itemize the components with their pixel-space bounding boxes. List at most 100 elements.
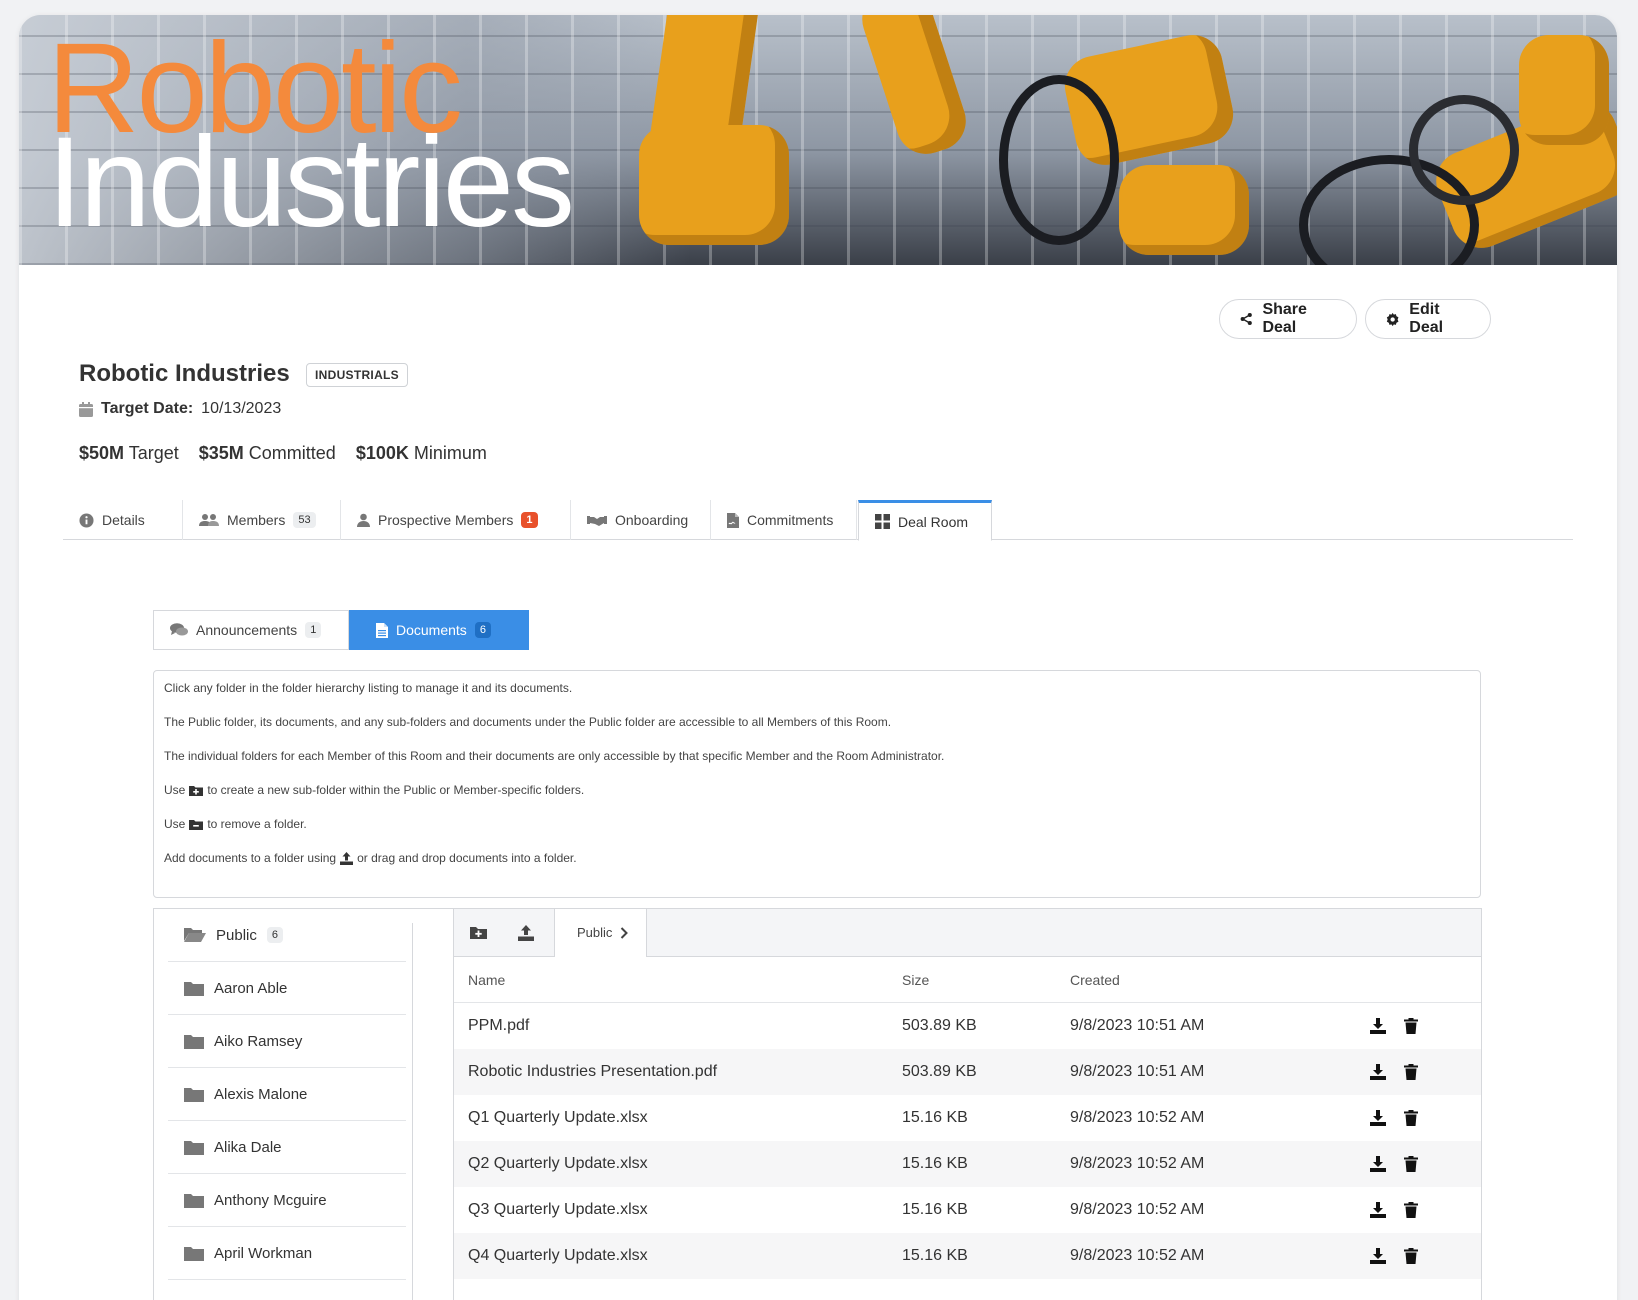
folder-open-icon: [184, 928, 206, 942]
target-date-value: 10/13/2023: [201, 400, 282, 417]
folder-plus-icon: [189, 785, 204, 796]
trash-icon[interactable]: [1404, 1018, 1418, 1034]
folder-icon: [184, 1087, 204, 1102]
deal-room-subtabs: Announcements 1 Documents 6: [153, 610, 529, 650]
tab-deal-room[interactable]: Deal Room: [858, 500, 992, 541]
download-icon[interactable]: [1370, 1018, 1386, 1034]
robot-arm: [1519, 35, 1609, 145]
table-row[interactable]: Q1 Quarterly Update.xlsx 15.16 KB 9/8/20…: [454, 1095, 1481, 1141]
download-icon[interactable]: [1370, 1110, 1386, 1126]
table-row[interactable]: Q2 Quarterly Update.xlsx 15.16 KB 9/8/20…: [454, 1141, 1481, 1187]
documents-table-body: PPM.pdf 503.89 KB 9/8/2023 10:51 AM Robo…: [454, 1003, 1481, 1279]
tab-onboarding[interactable]: Onboarding: [571, 500, 711, 540]
help-line: The Public folder, its documents, and an…: [164, 715, 892, 729]
share-deal-label: Share Deal: [1262, 301, 1307, 336]
help-line: Use to create a new sub-folder within th…: [164, 783, 585, 797]
column-created[interactable]: Created: [1070, 972, 1370, 988]
column-size[interactable]: Size: [902, 972, 1070, 988]
subtab-announcements[interactable]: Announcements 1: [153, 610, 349, 650]
deal-banner: Robotic Industries: [19, 15, 1617, 265]
users-icon: [199, 514, 219, 526]
folder-plus-icon: [469, 927, 487, 939]
target-date-label: Target Date:: [101, 400, 194, 417]
robot-base: [639, 125, 789, 245]
table-row[interactable]: Robotic Industries Presentation.pdf 503.…: [454, 1049, 1481, 1095]
folder-member[interactable]: April Workman: [168, 1227, 406, 1280]
folder-member[interactable]: Aiko Ramsey: [168, 1015, 406, 1068]
documents-panel: Public Name Size Created PPM.pdf 503.89 …: [453, 908, 1482, 1300]
banner-title-line2: Industries: [47, 111, 575, 254]
new-folder-button[interactable]: [454, 909, 502, 957]
sector-badge: INDUSTRIALS: [306, 363, 408, 387]
trash-icon[interactable]: [1404, 1156, 1418, 1172]
download-icon[interactable]: [1370, 1064, 1386, 1080]
folder-member[interactable]: Aaron Able: [168, 962, 406, 1015]
gear-icon: [1386, 312, 1399, 326]
deal-stats: $50M Target $35M Committed $100K Minimum: [79, 443, 487, 464]
upload-button[interactable]: [502, 909, 550, 957]
user-icon: [357, 513, 370, 527]
documents-toolbar: Public: [454, 908, 1481, 957]
trash-icon[interactable]: [1404, 1110, 1418, 1126]
stat-target: $50M Target: [79, 443, 179, 463]
robot-base: [1119, 165, 1249, 255]
edit-deal-label: Edit Deal: [1409, 301, 1444, 336]
announcements-count: 1: [305, 622, 322, 638]
comments-icon: [170, 623, 188, 636]
folder-minus-icon: [189, 819, 204, 830]
edit-deal-button[interactable]: Edit Deal: [1365, 299, 1491, 339]
handshake-icon: [587, 515, 607, 526]
documents-count: 6: [474, 622, 491, 638]
tab-commitments[interactable]: Commitments: [711, 500, 857, 540]
upload-icon: [340, 851, 354, 865]
download-icon[interactable]: [1370, 1202, 1386, 1218]
download-icon[interactable]: [1370, 1156, 1386, 1172]
documents-table-header: Name Size Created: [454, 957, 1481, 1003]
robot-cable: [999, 75, 1119, 245]
trash-icon[interactable]: [1404, 1248, 1418, 1264]
stat-minimum: $100K Minimum: [355, 443, 487, 463]
breadcrumb-public[interactable]: Public: [577, 925, 612, 940]
tab-prospective-members[interactable]: Prospective Members 1: [341, 500, 571, 540]
share-deal-button[interactable]: Share Deal: [1219, 299, 1357, 339]
calendar-icon: [79, 401, 93, 417]
table-row[interactable]: Q3 Quarterly Update.xlsx 15.16 KB 9/8/20…: [454, 1187, 1481, 1233]
deal-card: Robotic Industries Share Deal Edit Deal …: [19, 15, 1617, 1300]
chevron-right-icon: [621, 926, 629, 939]
banner-title: Robotic Industries: [47, 25, 575, 254]
grid-icon: [875, 514, 890, 529]
file-icon: [376, 622, 388, 638]
info-icon: [79, 512, 94, 528]
folder-member[interactable]: Alexis Malone: [168, 1068, 406, 1121]
trash-icon[interactable]: [1404, 1202, 1418, 1218]
folder-icon: [184, 1246, 204, 1261]
folder-icon: [184, 1193, 204, 1208]
help-line: Add documents to a folder using or drag …: [164, 851, 577, 865]
stat-committed: $35M Committed: [198, 443, 336, 463]
help-line: The individual folders for each Member o…: [164, 749, 945, 763]
breadcrumb[interactable]: Public: [554, 908, 648, 957]
folder-public[interactable]: Public 6: [168, 909, 406, 962]
download-icon[interactable]: [1370, 1248, 1386, 1264]
folder-member[interactable]: Anthony Mcguire: [168, 1174, 406, 1227]
subtab-documents[interactable]: Documents 6: [349, 610, 529, 650]
members-count: 53: [293, 512, 316, 528]
target-date: Target Date: 10/13/2023: [79, 400, 281, 418]
robot-cable: [1409, 95, 1519, 205]
documents-help-box: Click any folder in the folder hierarchy…: [153, 670, 1481, 898]
tab-details[interactable]: Details: [63, 500, 183, 540]
folder-icon: [184, 981, 204, 996]
prospective-members-count: 1: [521, 512, 538, 528]
table-row[interactable]: PPM.pdf 503.89 KB 9/8/2023 10:51 AM: [454, 1003, 1481, 1049]
deal-tabs: Details Members 53 Prospective Members 1…: [63, 500, 1573, 541]
file-signature-icon: [727, 512, 739, 528]
folder-icon: [184, 1034, 204, 1049]
tab-members[interactable]: Members 53: [183, 500, 341, 540]
folder-member[interactable]: Alika Dale: [168, 1121, 406, 1174]
table-row[interactable]: Q4 Quarterly Update.xlsx 15.16 KB 9/8/20…: [454, 1233, 1481, 1279]
trash-icon[interactable]: [1404, 1064, 1418, 1080]
column-name[interactable]: Name: [454, 972, 902, 988]
folder-tree: Public 6 Aaron Able Aiko Ramsey Alexis M…: [153, 908, 453, 1300]
folder-tree-divider: [412, 923, 413, 1300]
public-folder-count: 6: [266, 927, 283, 943]
